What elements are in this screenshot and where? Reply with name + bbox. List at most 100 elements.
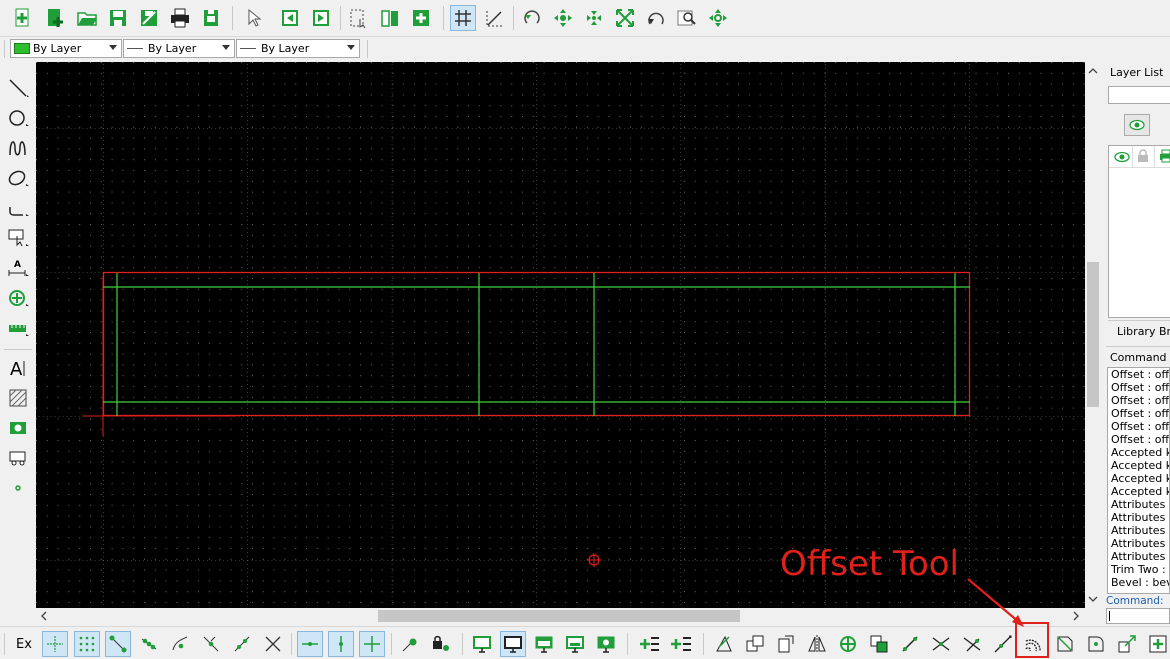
snap-free-icon[interactable] bbox=[42, 631, 68, 657]
zoom-auto-icon[interactable] bbox=[612, 5, 638, 31]
command-history[interactable]: Offset : offs Offset : offs Offset : off… bbox=[1107, 367, 1170, 594]
grid-toggle-icon[interactable] bbox=[450, 5, 476, 31]
snap-middle-icon[interactable] bbox=[198, 631, 224, 657]
layer-color-combo[interactable]: By Layer bbox=[10, 39, 122, 58]
dimension-tool-icon[interactable]: A bbox=[4, 256, 32, 280]
restrict-horizontal-icon[interactable] bbox=[297, 631, 323, 657]
view-monitor-2-icon[interactable] bbox=[500, 631, 526, 657]
horizontal-scrollbar[interactable] bbox=[36, 608, 1085, 624]
new-file-icon[interactable] bbox=[10, 5, 36, 31]
library-browser-tab[interactable]: Library Bro bbox=[1108, 320, 1170, 342]
select-tool-icon[interactable] bbox=[4, 226, 32, 250]
ellipse-tool-icon[interactable] bbox=[4, 166, 32, 190]
divide-icon[interactable] bbox=[990, 631, 1016, 657]
open-folder-icon[interactable] bbox=[74, 5, 100, 31]
select-pointer-icon[interactable] bbox=[240, 5, 266, 31]
point-tool-icon[interactable] bbox=[4, 476, 32, 500]
add-layer-2-icon[interactable] bbox=[668, 631, 694, 657]
color-swatch bbox=[14, 43, 30, 54]
save-icon[interactable] bbox=[105, 5, 131, 31]
add-block-icon[interactable] bbox=[408, 5, 434, 31]
new-template-icon[interactable] bbox=[42, 5, 68, 31]
redraw-icon[interactable] bbox=[519, 5, 545, 31]
snap-endpoints-icon[interactable] bbox=[105, 631, 131, 657]
bevel-icon[interactable] bbox=[1052, 631, 1078, 657]
explode-icon[interactable] bbox=[1145, 631, 1170, 657]
layer-filter-input[interactable] bbox=[1108, 86, 1170, 104]
line-width-label: By Layer bbox=[148, 42, 197, 55]
zoom-previous-icon[interactable] bbox=[643, 5, 669, 31]
view-monitor-4-icon[interactable] bbox=[562, 631, 588, 657]
zoom-out-icon[interactable] bbox=[581, 5, 607, 31]
print-icon[interactable] bbox=[1159, 149, 1170, 163]
add-layer-icon[interactable] bbox=[637, 631, 663, 657]
measure-tool-icon[interactable] bbox=[4, 316, 32, 340]
line-tool-icon[interactable] bbox=[4, 76, 32, 100]
toggle-visibility-button[interactable] bbox=[1124, 114, 1150, 136]
select-window-icon[interactable] bbox=[345, 5, 371, 31]
command-history-line: Accepted ke bbox=[1111, 446, 1169, 459]
snap-intersection-icon[interactable] bbox=[260, 631, 286, 657]
restrict-vertical-icon[interactable] bbox=[328, 631, 354, 657]
trim-icon[interactable] bbox=[897, 631, 923, 657]
command-history-line: Offset : offs bbox=[1111, 407, 1170, 420]
command-history-line: Attributes : bbox=[1111, 537, 1170, 550]
snap-distance-icon[interactable] bbox=[229, 631, 255, 657]
print-icon[interactable] bbox=[167, 5, 193, 31]
command-history-line: Offset : offs bbox=[1111, 368, 1170, 381]
hatch-tool-icon[interactable] bbox=[4, 386, 32, 410]
lock-relative-zero-icon[interactable] bbox=[428, 631, 454, 657]
print-preview-icon[interactable] bbox=[198, 5, 224, 31]
line-type-combo[interactable]: By Layer bbox=[236, 39, 360, 58]
rotate-two-icon[interactable] bbox=[866, 631, 892, 657]
toolbar-handle bbox=[4, 40, 5, 58]
trim-two-icon[interactable] bbox=[928, 631, 954, 657]
mirror-icon[interactable] bbox=[804, 631, 830, 657]
draft-mode-icon[interactable] bbox=[482, 5, 508, 31]
move-rotate-icon[interactable] bbox=[835, 631, 861, 657]
rotate-icon[interactable] bbox=[742, 631, 768, 657]
line-width-combo[interactable]: By Layer bbox=[123, 39, 235, 58]
scale-icon[interactable] bbox=[773, 631, 799, 657]
restrict-orthogonal-icon[interactable] bbox=[359, 631, 385, 657]
curve-tool-icon[interactable] bbox=[4, 136, 32, 160]
book-icon[interactable] bbox=[377, 5, 403, 31]
move-copy-icon[interactable] bbox=[711, 631, 737, 657]
drawing-canvas[interactable] bbox=[36, 62, 1085, 608]
offset-tool-annotation: Offset Tool bbox=[780, 544, 959, 584]
relative-zero-icon[interactable] bbox=[397, 631, 423, 657]
save-as-icon[interactable] bbox=[136, 5, 162, 31]
eye-icon[interactable] bbox=[1114, 151, 1130, 163]
view-monitor-1-icon[interactable] bbox=[469, 631, 495, 657]
layer-table[interactable] bbox=[1108, 145, 1170, 318]
stretch-icon[interactable] bbox=[1114, 631, 1140, 657]
modify-tool-icon[interactable] bbox=[4, 286, 32, 310]
command-input[interactable] bbox=[1106, 608, 1170, 624]
view-monitor-5-icon[interactable] bbox=[593, 631, 619, 657]
round-icon[interactable] bbox=[1083, 631, 1109, 657]
scroll-right-icon bbox=[1073, 611, 1079, 621]
block-previous-icon[interactable] bbox=[277, 5, 303, 31]
lengthen-icon[interactable] bbox=[959, 631, 985, 657]
image-tool-icon[interactable] bbox=[4, 416, 32, 440]
zoom-window-icon[interactable] bbox=[674, 5, 700, 31]
svg-text:A: A bbox=[10, 359, 23, 379]
block-next-icon[interactable] bbox=[308, 5, 334, 31]
snap-on-entity-icon[interactable] bbox=[136, 631, 162, 657]
chevron-down-icon bbox=[222, 45, 230, 50]
text-tool-icon[interactable]: A bbox=[4, 356, 32, 380]
circle-tool-icon[interactable] bbox=[4, 106, 32, 130]
vertical-scrollbar[interactable] bbox=[1085, 62, 1101, 608]
polyline-tool-icon[interactable] bbox=[4, 196, 32, 220]
snap-grid-icon[interactable] bbox=[74, 631, 100, 657]
exclusive-snap-label[interactable]: Ex bbox=[16, 637, 32, 652]
view-monitor-3-icon[interactable] bbox=[531, 631, 557, 657]
zoom-pan-icon[interactable] bbox=[705, 5, 731, 31]
command-line-header: Command lin bbox=[1106, 346, 1170, 366]
block-insert-icon[interactable] bbox=[4, 446, 32, 470]
toolbar-separator bbox=[340, 6, 341, 30]
command-history-line: Attributes : bbox=[1111, 524, 1170, 537]
zoom-in-icon[interactable] bbox=[550, 5, 576, 31]
lock-icon[interactable] bbox=[1137, 149, 1149, 163]
snap-center-icon[interactable] bbox=[167, 631, 193, 657]
